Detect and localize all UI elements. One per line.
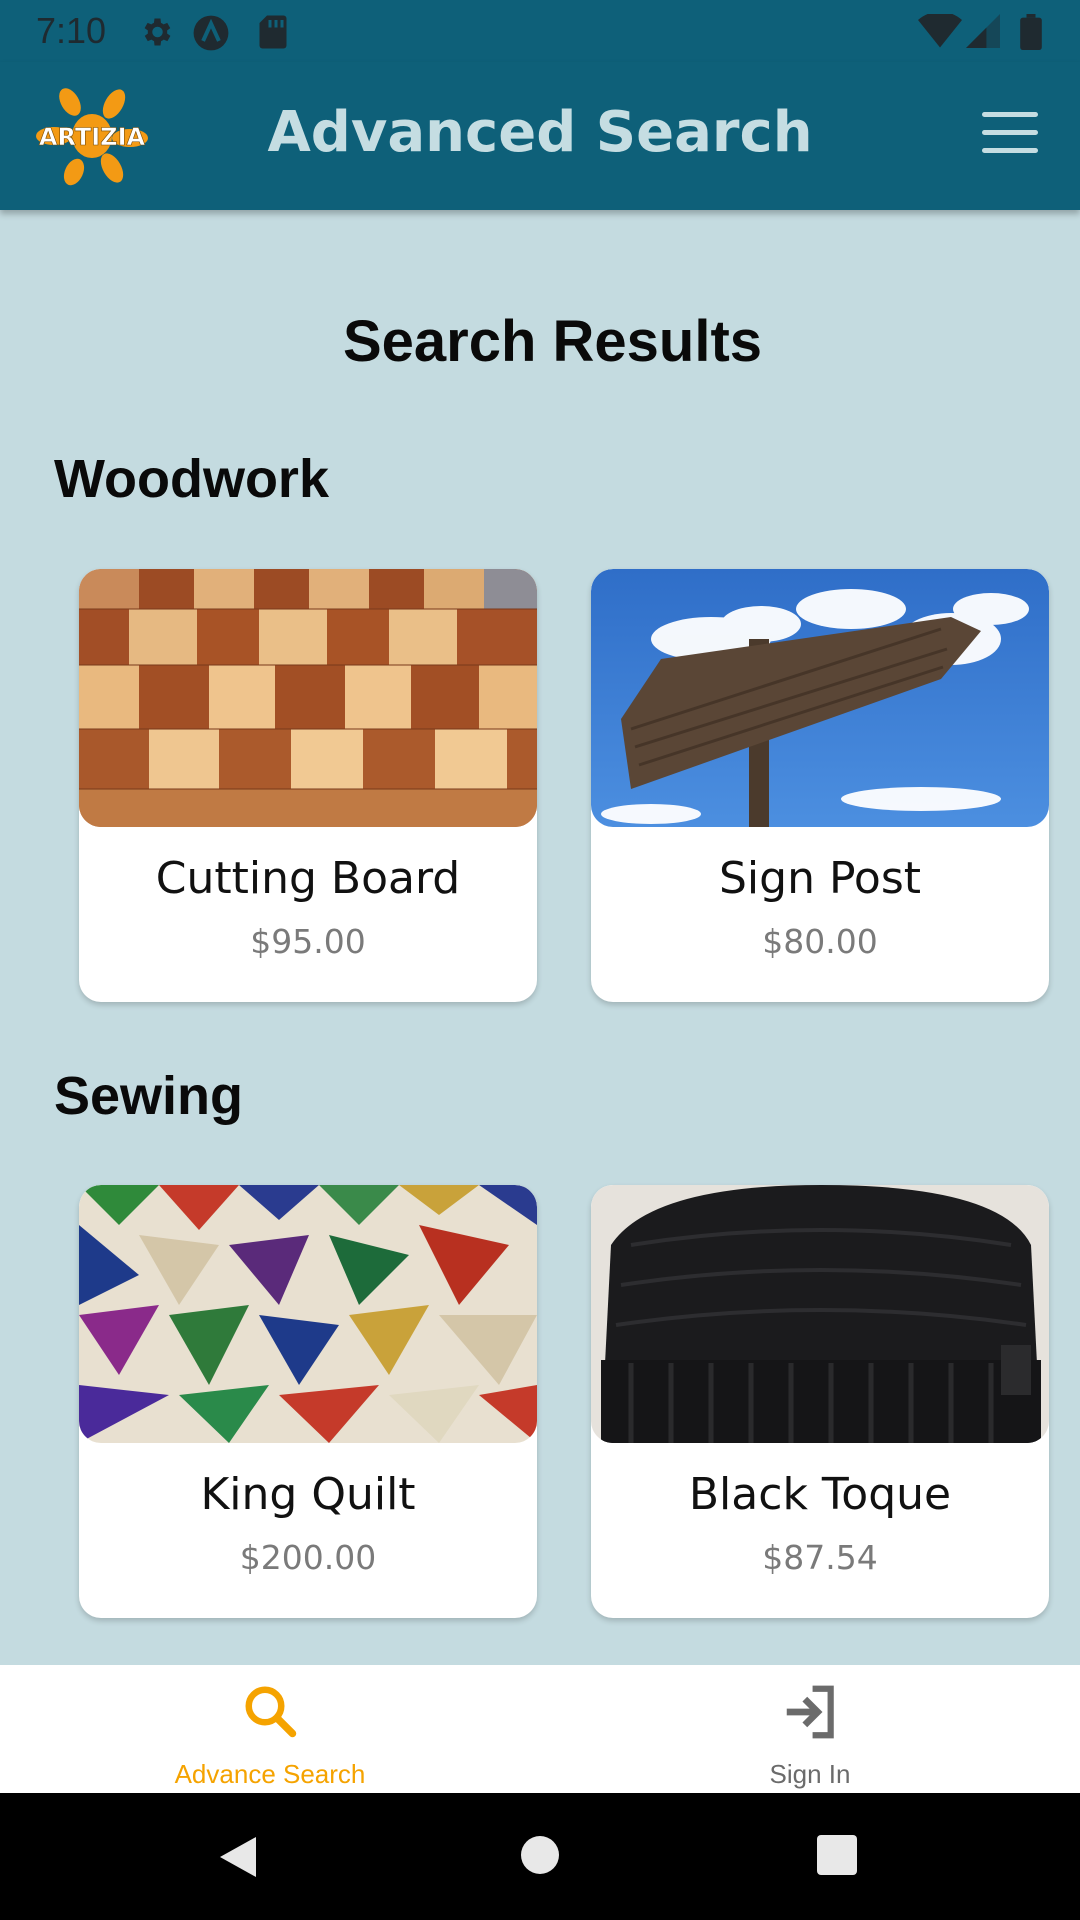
product-name: Black Toque: [688, 1469, 952, 1520]
back-icon[interactable]: [216, 1833, 260, 1881]
bottom-nav: Advance Search Sign In: [0, 1665, 1080, 1793]
sd-card-icon: [259, 15, 287, 49]
product-card-cutting-board[interactable]: Cutting Board $95.00: [79, 569, 537, 1002]
product-card-sign-post[interactable]: Sign Post $80.00: [591, 569, 1049, 1002]
product-name: King Quilt: [200, 1469, 416, 1520]
product-card-king-quilt[interactable]: King Quilt $200.00: [79, 1185, 537, 1618]
app-notification-icon: [193, 15, 229, 51]
product-image-sign-post[interactable]: [591, 569, 1049, 827]
system-nav-bar: [0, 1793, 1080, 1920]
home-icon[interactable]: [520, 1835, 560, 1875]
settings-icon: [144, 18, 171, 46]
battery-icon: [1020, 14, 1042, 50]
product-name: Cutting Board: [155, 853, 461, 904]
menu-icon[interactable]: [982, 112, 1038, 154]
app-title: Advanced Search: [267, 100, 813, 165]
nav-item-advance-search[interactable]: Advance Search: [0, 1665, 540, 1793]
section-title-sewing: Sewing: [54, 1066, 244, 1126]
nav-label-sign-in: Sign In: [769, 1759, 851, 1789]
product-image-king-quilt[interactable]: [79, 1185, 537, 1443]
section-title-woodwork: Woodwork: [54, 449, 329, 509]
page-title: Search Results: [342, 309, 763, 374]
product-card-black-toque[interactable]: Black Toque $87.54: [591, 1185, 1049, 1618]
status-time: 7:10: [36, 10, 107, 51]
wifi-icon: [918, 14, 962, 48]
product-price: $87.54: [762, 1538, 878, 1577]
status-bar: 7:10: [0, 0, 1080, 62]
product-price: $95.00: [250, 922, 366, 961]
product-price: $80.00: [762, 922, 878, 961]
cell-signal-icon: [966, 14, 1000, 48]
recents-icon[interactable]: [817, 1835, 857, 1875]
product-name: Sign Post: [718, 853, 922, 904]
product-image-black-toque[interactable]: [591, 1185, 1049, 1443]
nav-item-sign-in[interactable]: Sign In: [540, 1665, 1080, 1793]
product-image-cutting-board[interactable]: [79, 569, 537, 827]
product-price: $200.00: [239, 1538, 377, 1577]
search-icon: [245, 1686, 297, 1738]
app-bar: ARTIZIA Advanced Search: [0, 62, 1080, 210]
nav-label-advance-search: Advance Search: [174, 1759, 366, 1789]
sign-in-icon: [786, 1685, 834, 1739]
